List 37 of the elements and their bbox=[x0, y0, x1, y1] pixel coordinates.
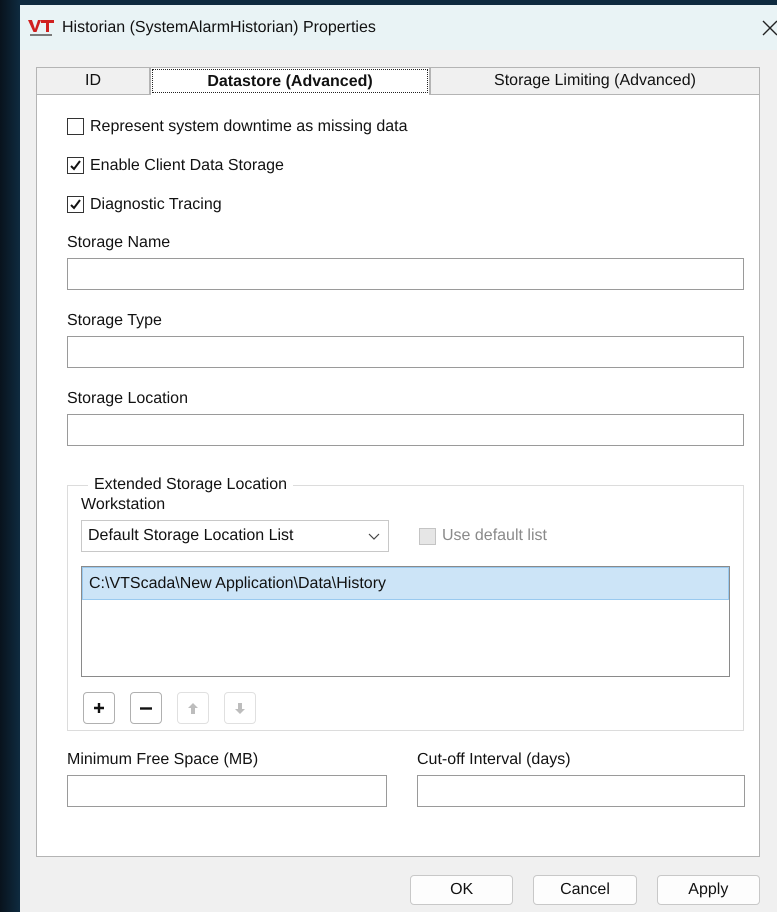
checkbox-label: Diagnostic Tracing bbox=[90, 196, 222, 214]
close-icon bbox=[762, 20, 777, 36]
plus-icon bbox=[93, 702, 105, 714]
checkbox[interactable] bbox=[67, 196, 84, 213]
remove-button[interactable] bbox=[130, 692, 162, 724]
dialog-button[interactable]: Cancel bbox=[533, 875, 637, 905]
field-label: Storage Location bbox=[67, 390, 189, 408]
add-button[interactable] bbox=[83, 692, 115, 724]
tab[interactable]: Datastore (Advanced) bbox=[150, 67, 430, 95]
list-item[interactable]: C:\VTScada\New Application\Data\History bbox=[82, 567, 729, 600]
input-field[interactable] bbox=[67, 258, 744, 290]
dialog-button[interactable]: Apply bbox=[656, 875, 760, 905]
input-field[interactable] bbox=[67, 775, 387, 807]
field-label: Workstation bbox=[81, 496, 166, 514]
checkbox[interactable] bbox=[67, 118, 84, 135]
field-label: Minimum Free Space (MB) bbox=[67, 751, 260, 769]
checkbox-label: Represent system downtime as missing data bbox=[90, 118, 408, 136]
chevron-down-icon bbox=[368, 532, 380, 540]
group-title: Extended Storage Location bbox=[93, 476, 288, 494]
checkbox-label: Use default list bbox=[442, 527, 547, 545]
field-label: Cut-off Interval (days) bbox=[417, 751, 572, 769]
tab[interactable]: ID bbox=[36, 67, 150, 95]
workstation-dropdown[interactable]: Default Storage Location List bbox=[81, 520, 389, 552]
dialog-button[interactable]: OK bbox=[410, 875, 514, 905]
window-title: Historian (SystemAlarmHistorian) Properties bbox=[62, 18, 377, 36]
input-field[interactable] bbox=[417, 775, 745, 807]
field-label: Storage Type bbox=[67, 312, 163, 330]
input-field[interactable] bbox=[67, 414, 744, 446]
minus-icon bbox=[140, 706, 152, 710]
checkbox-label: Enable Client Data Storage bbox=[90, 156, 284, 174]
checkbox[interactable] bbox=[67, 157, 84, 174]
field-label: Storage Name bbox=[67, 234, 172, 252]
tab[interactable]: Storage Limiting (Advanced) bbox=[430, 67, 760, 95]
logo-icon bbox=[28, 18, 54, 36]
down-arrow-icon bbox=[235, 702, 245, 714]
up-arrow-icon bbox=[188, 702, 198, 714]
input-field[interactable] bbox=[67, 336, 744, 368]
